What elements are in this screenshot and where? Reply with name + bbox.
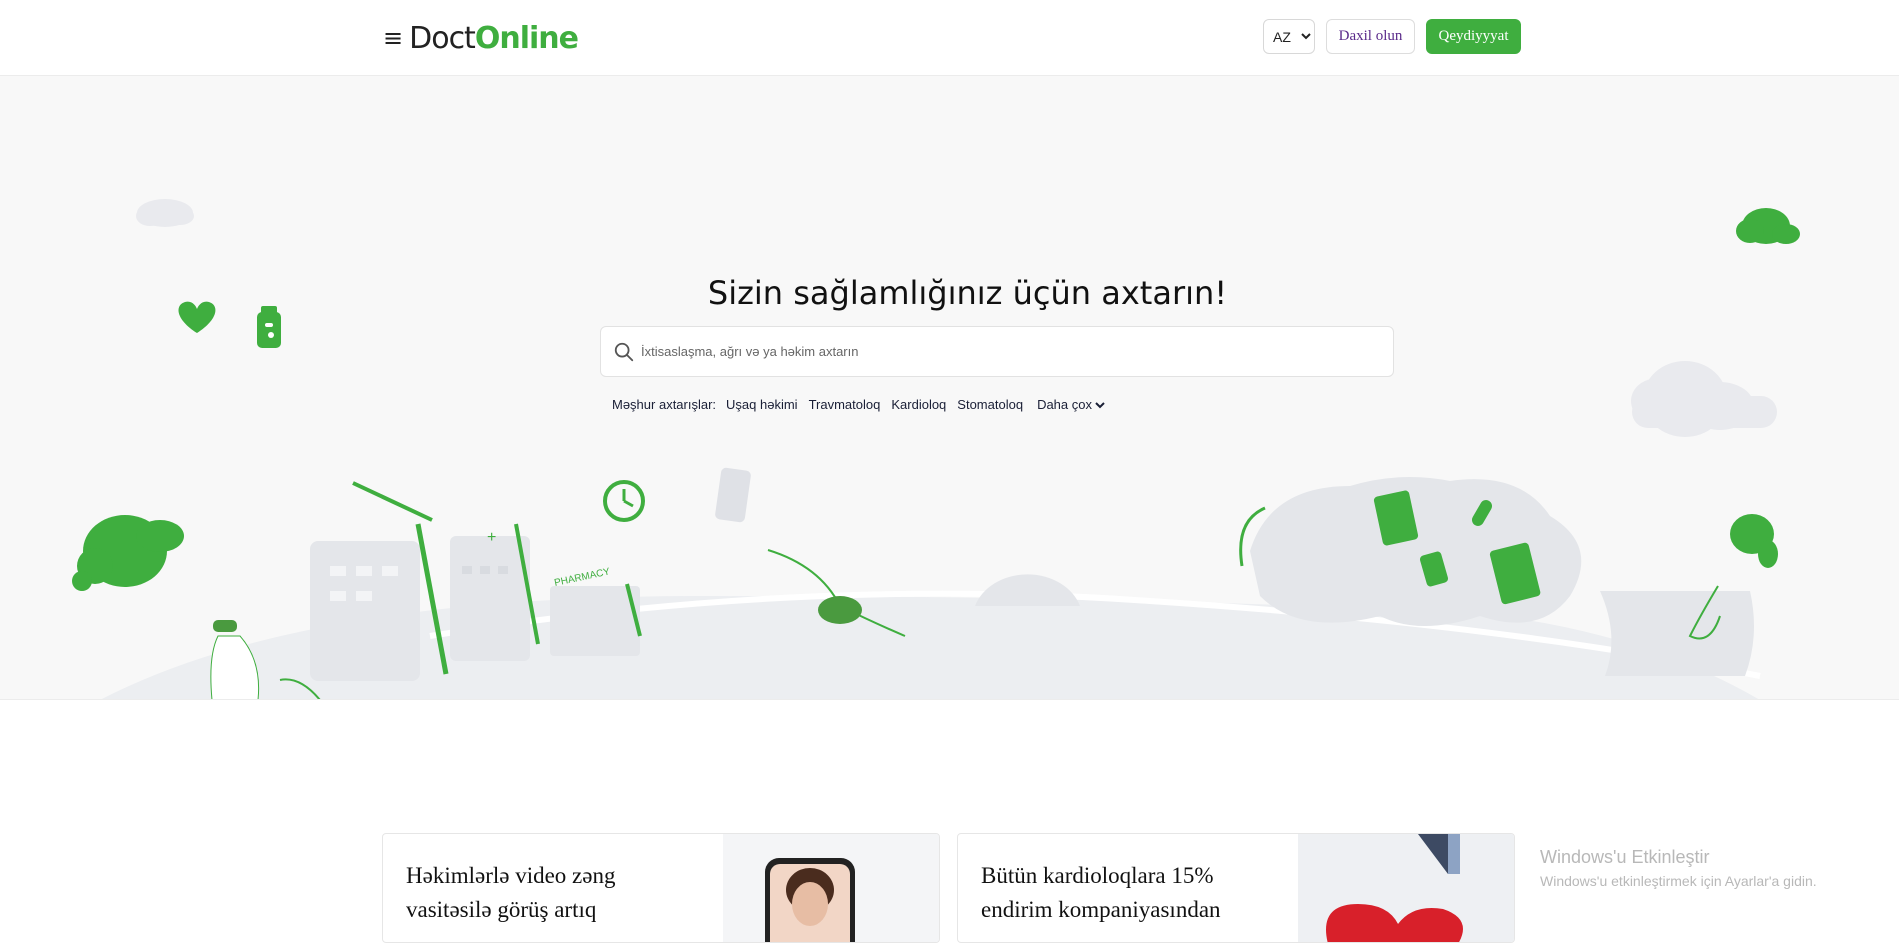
phone-doctor-image (723, 834, 939, 942)
popular-search-link[interactable]: Kardioloq (891, 397, 946, 412)
popular-search-link[interactable]: Travmatoloq (809, 397, 881, 412)
windows-activation-title: Windows'u Etkinleştir (1540, 847, 1710, 867)
logo-text-online: Online (474, 20, 579, 56)
city-buildings: + PHARMACY (310, 481, 642, 681)
search-input[interactable] (641, 327, 1381, 376)
logo[interactable]: ≡ DoctOnline (383, 18, 579, 58)
search-icon (614, 342, 634, 362)
popular-search-link[interactable]: Stomatoloq (957, 397, 1023, 412)
register-button[interactable]: Qeydiyyyat (1426, 19, 1521, 54)
menu-icon[interactable]: ≡ (383, 26, 403, 50)
top-header: ≡ DoctOnline AZ Daxil olun Qeydiyyyat (0, 0, 1899, 76)
promo-card-title: Həkimlərlə video zəng vasitəsilə görüş a… (406, 863, 616, 922)
sun-illustration (975, 574, 1080, 606)
promo-card-discount[interactable]: Bütün kardioloqlara 15% endirim kompaniy… (957, 833, 1515, 943)
cloud-icon (1631, 361, 1777, 437)
tree-blob (72, 515, 184, 591)
clock-icon (603, 480, 645, 522)
popular-searches-label: Məşhur axtarışlar: (612, 397, 717, 412)
more-searches-button[interactable]: Daha çox (1037, 397, 1105, 412)
chevron-down-icon (1095, 401, 1105, 408)
logo-text: DoctOnline (409, 20, 579, 56)
heart-doctor-image (1298, 834, 1514, 942)
windows-activation-subtitle: Windows'u etkinleştirmek için Ayarlar'a … (1540, 873, 1817, 889)
popular-search-link[interactable]: Uşaq həkimi (726, 397, 798, 412)
login-button[interactable]: Daxil olun (1326, 19, 1415, 54)
pill-bottle-icon (257, 306, 281, 348)
doctor-hair (1730, 514, 1778, 568)
clipboard-icon (715, 467, 751, 523)
hero-title: Sizin sağlamlığınız üçün axtarın! (707, 274, 1228, 312)
svg-text:+: + (487, 529, 496, 546)
hero-section: + PHARMACY Sizin sağlamlığınız üçün axta… (0, 76, 1899, 700)
cloud-icon (136, 199, 194, 227)
popular-searches: Məşhur axtarışlar: Uşaq həkimi Travmatol… (612, 397, 1105, 412)
promo-card-title: Bütün kardioloqlara 15% endirim kompaniy… (981, 863, 1221, 922)
promo-card-video[interactable]: Həkimlərlə video zəng vasitəsilə görüş a… (382, 833, 940, 943)
language-select[interactable]: AZ (1263, 19, 1315, 54)
search-box[interactable] (600, 326, 1394, 377)
more-searches-label: Daha çox (1037, 397, 1092, 412)
logo-text-doct: Doct (409, 20, 476, 56)
cloud-icon (1736, 208, 1800, 244)
pharmacy-sign: PHARMACY (553, 566, 611, 589)
hero-illustration: + PHARMACY (72, 199, 1800, 699)
